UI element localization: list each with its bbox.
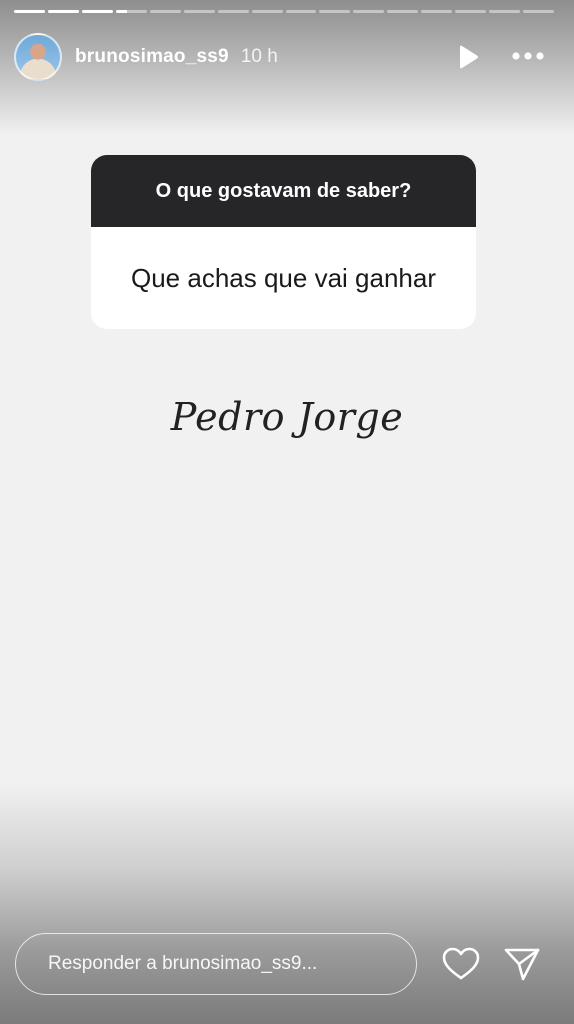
progress-segment (353, 10, 385, 13)
question-sticker-title: O que gostavam de saber? (91, 155, 476, 227)
progress-segment (183, 10, 215, 13)
story-view[interactable]: brunosimao_ss9 10 h O que gostavam de sa… (0, 0, 574, 1024)
progress-segment (455, 10, 487, 13)
progress-segment (81, 10, 113, 13)
avatar[interactable] (14, 33, 62, 81)
more-icon[interactable] (510, 46, 546, 66)
post-time: 10 h (240, 46, 278, 67)
progress-segment (47, 10, 79, 13)
progress-segment (285, 10, 317, 13)
progress-segment (217, 10, 249, 13)
question-text: Que achas que vai ganhar (131, 262, 436, 293)
progress-segment (14, 10, 45, 13)
story-progress-bar (14, 10, 554, 14)
answer-text: Pedro Jorge (170, 395, 404, 439)
reply-field[interactable] (15, 933, 417, 995)
progress-segment (319, 10, 351, 13)
send-icon[interactable] (502, 945, 542, 983)
progress-segment (251, 10, 283, 13)
reply-input[interactable] (46, 952, 416, 976)
username[interactable]: brunosimao_ss9 (75, 46, 229, 68)
progress-segment (421, 10, 453, 13)
heart-icon[interactable] (441, 945, 481, 983)
progress-segment (387, 10, 419, 13)
question-sticker[interactable]: O que gostavam de saber? Que achas que v… (91, 155, 476, 329)
progress-segment (489, 10, 521, 13)
progress-segment (115, 10, 147, 13)
progress-segment (149, 10, 181, 13)
play-icon[interactable] (456, 44, 480, 70)
story-header: brunosimao_ss9 10 h (14, 32, 560, 82)
progress-segment (523, 10, 554, 13)
